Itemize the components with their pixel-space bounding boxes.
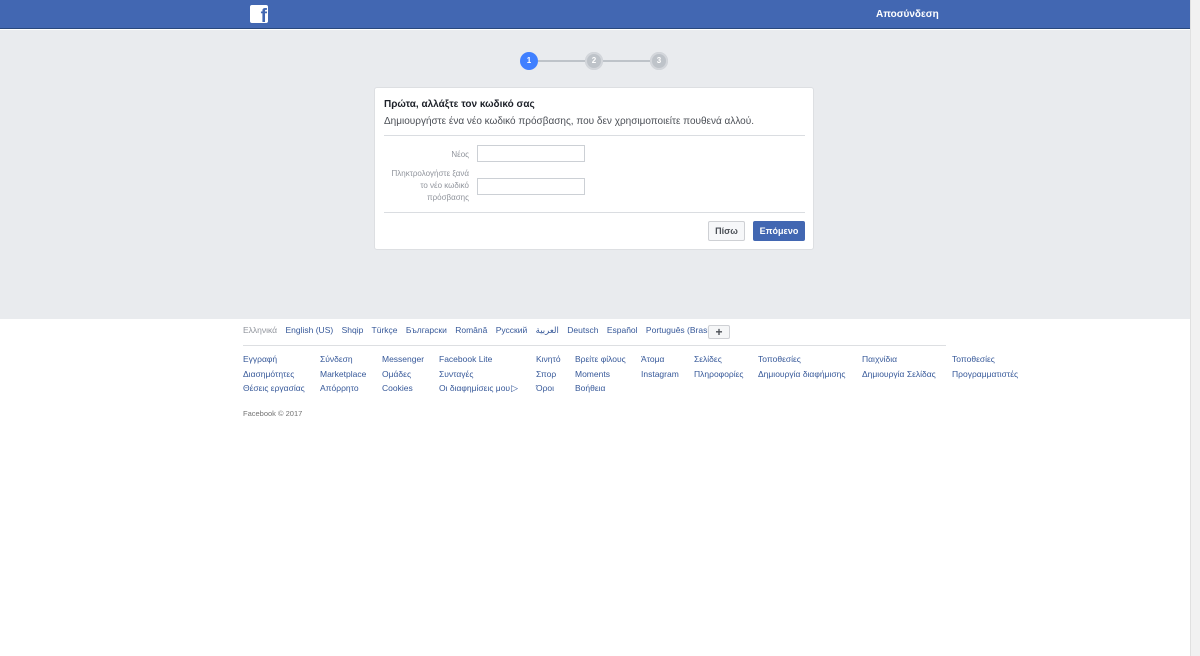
more-languages-button[interactable]: + bbox=[708, 325, 730, 339]
footer-link[interactable]: Εγγραφή bbox=[243, 352, 305, 367]
footer-link[interactable]: Προγραμματιστές bbox=[952, 367, 1018, 382]
logout-link[interactable]: Αποσύνδεση bbox=[876, 9, 939, 20]
footer-link[interactable]: Instagram bbox=[641, 367, 679, 382]
footer-column-11: Τοποθεσίες Προγραμματιστές bbox=[952, 352, 1018, 381]
footer-link[interactable]: Cookies bbox=[382, 381, 424, 396]
language-link[interactable]: Türkçe bbox=[372, 325, 398, 335]
footer-link[interactable]: Βοήθεια bbox=[575, 381, 626, 396]
footer-link[interactable]: Άτομα bbox=[641, 352, 679, 367]
new-password-label: Νέος bbox=[451, 150, 469, 159]
confirm-label-line-1: Πληκτρολογήστε ξανά bbox=[391, 169, 469, 178]
footer-link[interactable]: Παιχνίδια bbox=[862, 352, 936, 367]
vertical-scrollbar[interactable] bbox=[1190, 0, 1200, 656]
change-password-card: Πρώτα, αλλάξτε τον κωδικό σας Δημιουργήσ… bbox=[374, 87, 814, 250]
step-1-indicator: 1 bbox=[520, 52, 538, 70]
footer-link[interactable]: Δημιουργία Σελίδας bbox=[862, 367, 936, 382]
footer-column-10: Παιχνίδια Δημιουργία Σελίδας bbox=[862, 352, 936, 381]
footer-link[interactable]: Θέσεις εργασίας bbox=[243, 381, 305, 396]
footer-link[interactable]: Δημιουργία διαφήμισης bbox=[758, 367, 845, 382]
footer-link[interactable]: Moments bbox=[575, 367, 626, 382]
step-connector-1 bbox=[538, 60, 585, 62]
language-link[interactable]: Deutsch bbox=[567, 325, 598, 335]
footer-link[interactable]: Σπορ bbox=[536, 367, 561, 382]
language-link[interactable]: English (US) bbox=[285, 325, 333, 335]
confirm-password-label: Πληκτρολογήστε ξανά το νέο κωδικό πρόσβα… bbox=[375, 168, 469, 204]
footer-link[interactable]: Απόρρητο bbox=[320, 381, 366, 396]
card-divider-bottom bbox=[384, 212, 805, 213]
footer-link[interactable]: Σύνδεση bbox=[320, 352, 366, 367]
step-3-indicator: 3 bbox=[650, 52, 668, 70]
footer-link-label: Οι διαφημίσεις μου bbox=[439, 383, 511, 393]
language-list: Ελληνικά English (US) Shqip Türkçe Бълга… bbox=[243, 325, 720, 336]
adchoices-icon: ▷ bbox=[511, 383, 518, 393]
footer-link-adchoices[interactable]: Οι διαφημίσεις μου▷ bbox=[439, 381, 518, 396]
card-title: Πρώτα, αλλάξτε τον κωδικό σας bbox=[384, 99, 535, 110]
card-divider-top bbox=[384, 135, 805, 136]
footer-link[interactable]: Facebook Lite bbox=[439, 352, 518, 367]
progress-stepper: 1 2 3 bbox=[520, 52, 668, 70]
language-current: Ελληνικά bbox=[243, 325, 278, 335]
step-2-indicator: 2 bbox=[585, 52, 603, 70]
footer-link[interactable]: Βρείτε φίλους bbox=[575, 352, 626, 367]
footer-link[interactable]: Τοποθεσίες bbox=[758, 352, 845, 367]
confirm-label-line-2: το νέο κωδικό bbox=[420, 181, 469, 190]
footer-link[interactable]: Πληροφορίες bbox=[694, 367, 744, 382]
footer-column-4: Facebook Lite Συνταγές Οι διαφημίσεις μο… bbox=[439, 352, 518, 396]
footer-column-2: Σύνδεση Marketplace Απόρρητο bbox=[320, 352, 366, 396]
footer-link[interactable]: Συνταγές bbox=[439, 367, 518, 382]
new-password-input[interactable] bbox=[477, 145, 585, 162]
footer-link[interactable]: Messenger bbox=[382, 352, 424, 367]
footer-link[interactable]: Τοποθεσίες bbox=[952, 352, 1018, 367]
footer-divider bbox=[243, 345, 946, 346]
footer-column-7: Άτομα Instagram bbox=[641, 352, 679, 381]
confirm-label-line-3: πρόσβασης bbox=[427, 193, 469, 202]
facebook-logo-icon[interactable]: f bbox=[250, 5, 268, 23]
facebook-logo-letter: f bbox=[260, 6, 267, 23]
footer-column-1: Εγγραφή Διασημότητες Θέσεις εργασίας bbox=[243, 352, 305, 396]
language-link[interactable]: Español bbox=[607, 325, 638, 335]
footer-link[interactable]: Διασημότητες bbox=[243, 367, 305, 382]
language-link[interactable]: Português (Brasil) bbox=[646, 325, 714, 335]
language-link[interactable]: Български bbox=[406, 325, 447, 335]
confirm-password-input[interactable] bbox=[477, 178, 585, 195]
footer-link[interactable]: Σελίδες bbox=[694, 352, 744, 367]
footer-column-8: Σελίδες Πληροφορίες bbox=[694, 352, 744, 381]
step-connector-2 bbox=[603, 60, 650, 62]
footer-column-5: Κινητό Σπορ Όροι bbox=[536, 352, 561, 396]
language-link[interactable]: Shqip bbox=[342, 325, 364, 335]
footer-column-9: Τοποθεσίες Δημιουργία διαφήμισης bbox=[758, 352, 845, 381]
top-navigation-bar: f Αποσύνδεση bbox=[0, 0, 1190, 29]
footer-link[interactable]: Όροι bbox=[536, 381, 561, 396]
footer-link[interactable]: Κινητό bbox=[536, 352, 561, 367]
language-link[interactable]: العربية bbox=[536, 325, 559, 335]
card-subtitle: Δημιουργήστε ένα νέο κωδικό πρόσβασης, π… bbox=[384, 116, 754, 127]
footer-column-3: Messenger Ομάδες Cookies bbox=[382, 352, 424, 396]
footer-column-6: Βρείτε φίλους Moments Βοήθεια bbox=[575, 352, 626, 396]
language-link[interactable]: Русский bbox=[496, 325, 528, 335]
footer-link[interactable]: Marketplace bbox=[320, 367, 366, 382]
footer-link[interactable]: Ομάδες bbox=[382, 367, 424, 382]
copyright-text: Facebook © 2017 bbox=[243, 409, 303, 418]
language-link[interactable]: Română bbox=[455, 325, 487, 335]
next-button[interactable]: Επόμενο bbox=[753, 221, 805, 241]
back-button[interactable]: Πίσω bbox=[708, 221, 745, 241]
